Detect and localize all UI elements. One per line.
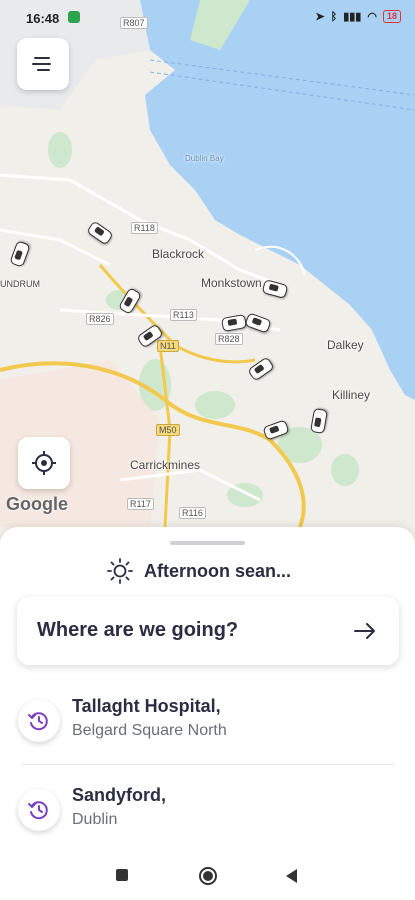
history-button [18,789,60,831]
sun-icon [107,558,133,584]
signal-icon: ▮▮▮ [343,11,362,23]
menu-button[interactable] [17,38,69,90]
wifi-icon: ◠ [367,11,377,23]
locate-icon [32,451,56,475]
road-label: N11 [157,340,179,352]
history-button [18,700,60,742]
sheet-drag-handle[interactable] [170,541,245,545]
home-nav-button[interactable] [199,867,217,885]
road-label: R826 [86,313,114,325]
map-label-undrum: UNDRUM [0,279,40,289]
list-divider [22,764,394,765]
search-prompt: Where are we going? [37,619,239,641]
map-label-monkstown: Monkstown [201,276,262,290]
bottom-sheet: Afternoon sean... Where are we going? Ta… [0,527,415,850]
history-icon [28,712,48,731]
greeting-text: Afternoon sean... [144,560,292,581]
map-label-dublin-bay: Dublin Bay [185,154,224,163]
menu-icon [32,63,51,65]
destination-search-button[interactable]: Where are we going? [17,597,399,665]
road-label: R118 [131,222,158,234]
history-icon [28,801,48,820]
recent-title: Sandyford, [72,785,167,805]
notification-icon [68,11,80,23]
location-icon: ➤ [315,11,325,23]
map-label-killiney: Killiney [332,388,371,402]
bluetooth-icon: ᛒ [330,10,338,23]
battery-icon: 18 [382,10,401,23]
menu-icon [37,69,50,71]
recent-subtitle: Dublin [72,811,118,828]
road-label: R828 [215,333,243,345]
status-indicators: ➤ ᛒ ▮▮▮ ◠ 18 [315,10,401,23]
back-nav-button[interactable] [286,869,297,883]
road-label: R113 [170,309,197,321]
recent-subtitle: Belgard Square North [72,722,227,739]
recent-destination-item[interactable]: Sandyford, Dublin [18,781,398,853]
recents-nav-button[interactable] [116,869,128,881]
locate-button[interactable] [18,437,70,489]
map-label-dalkey: Dalkey [327,338,364,352]
status-bar: 16:48 ➤ ᛒ ▮▮▮ ◠ 18 [0,0,415,36]
map-label-carrickmines: Carrickmines [130,458,201,472]
arrow-right-icon [354,623,375,639]
recent-title: Tallaght Hospital, [72,696,221,716]
system-nav-bar [0,850,415,900]
greeting: Afternoon sean... [106,557,291,585]
map-label-blackrock: Blackrock [152,247,205,261]
road-label: M50 [156,424,180,436]
google-attribution: Google [6,494,68,514]
menu-icon [34,57,50,59]
road-label: R117 [127,498,154,510]
recent-destination-item[interactable]: Tallaght Hospital, Belgard Square North [18,692,398,764]
road-label: R116 [179,507,206,519]
status-time: 16:48 [26,11,60,26]
